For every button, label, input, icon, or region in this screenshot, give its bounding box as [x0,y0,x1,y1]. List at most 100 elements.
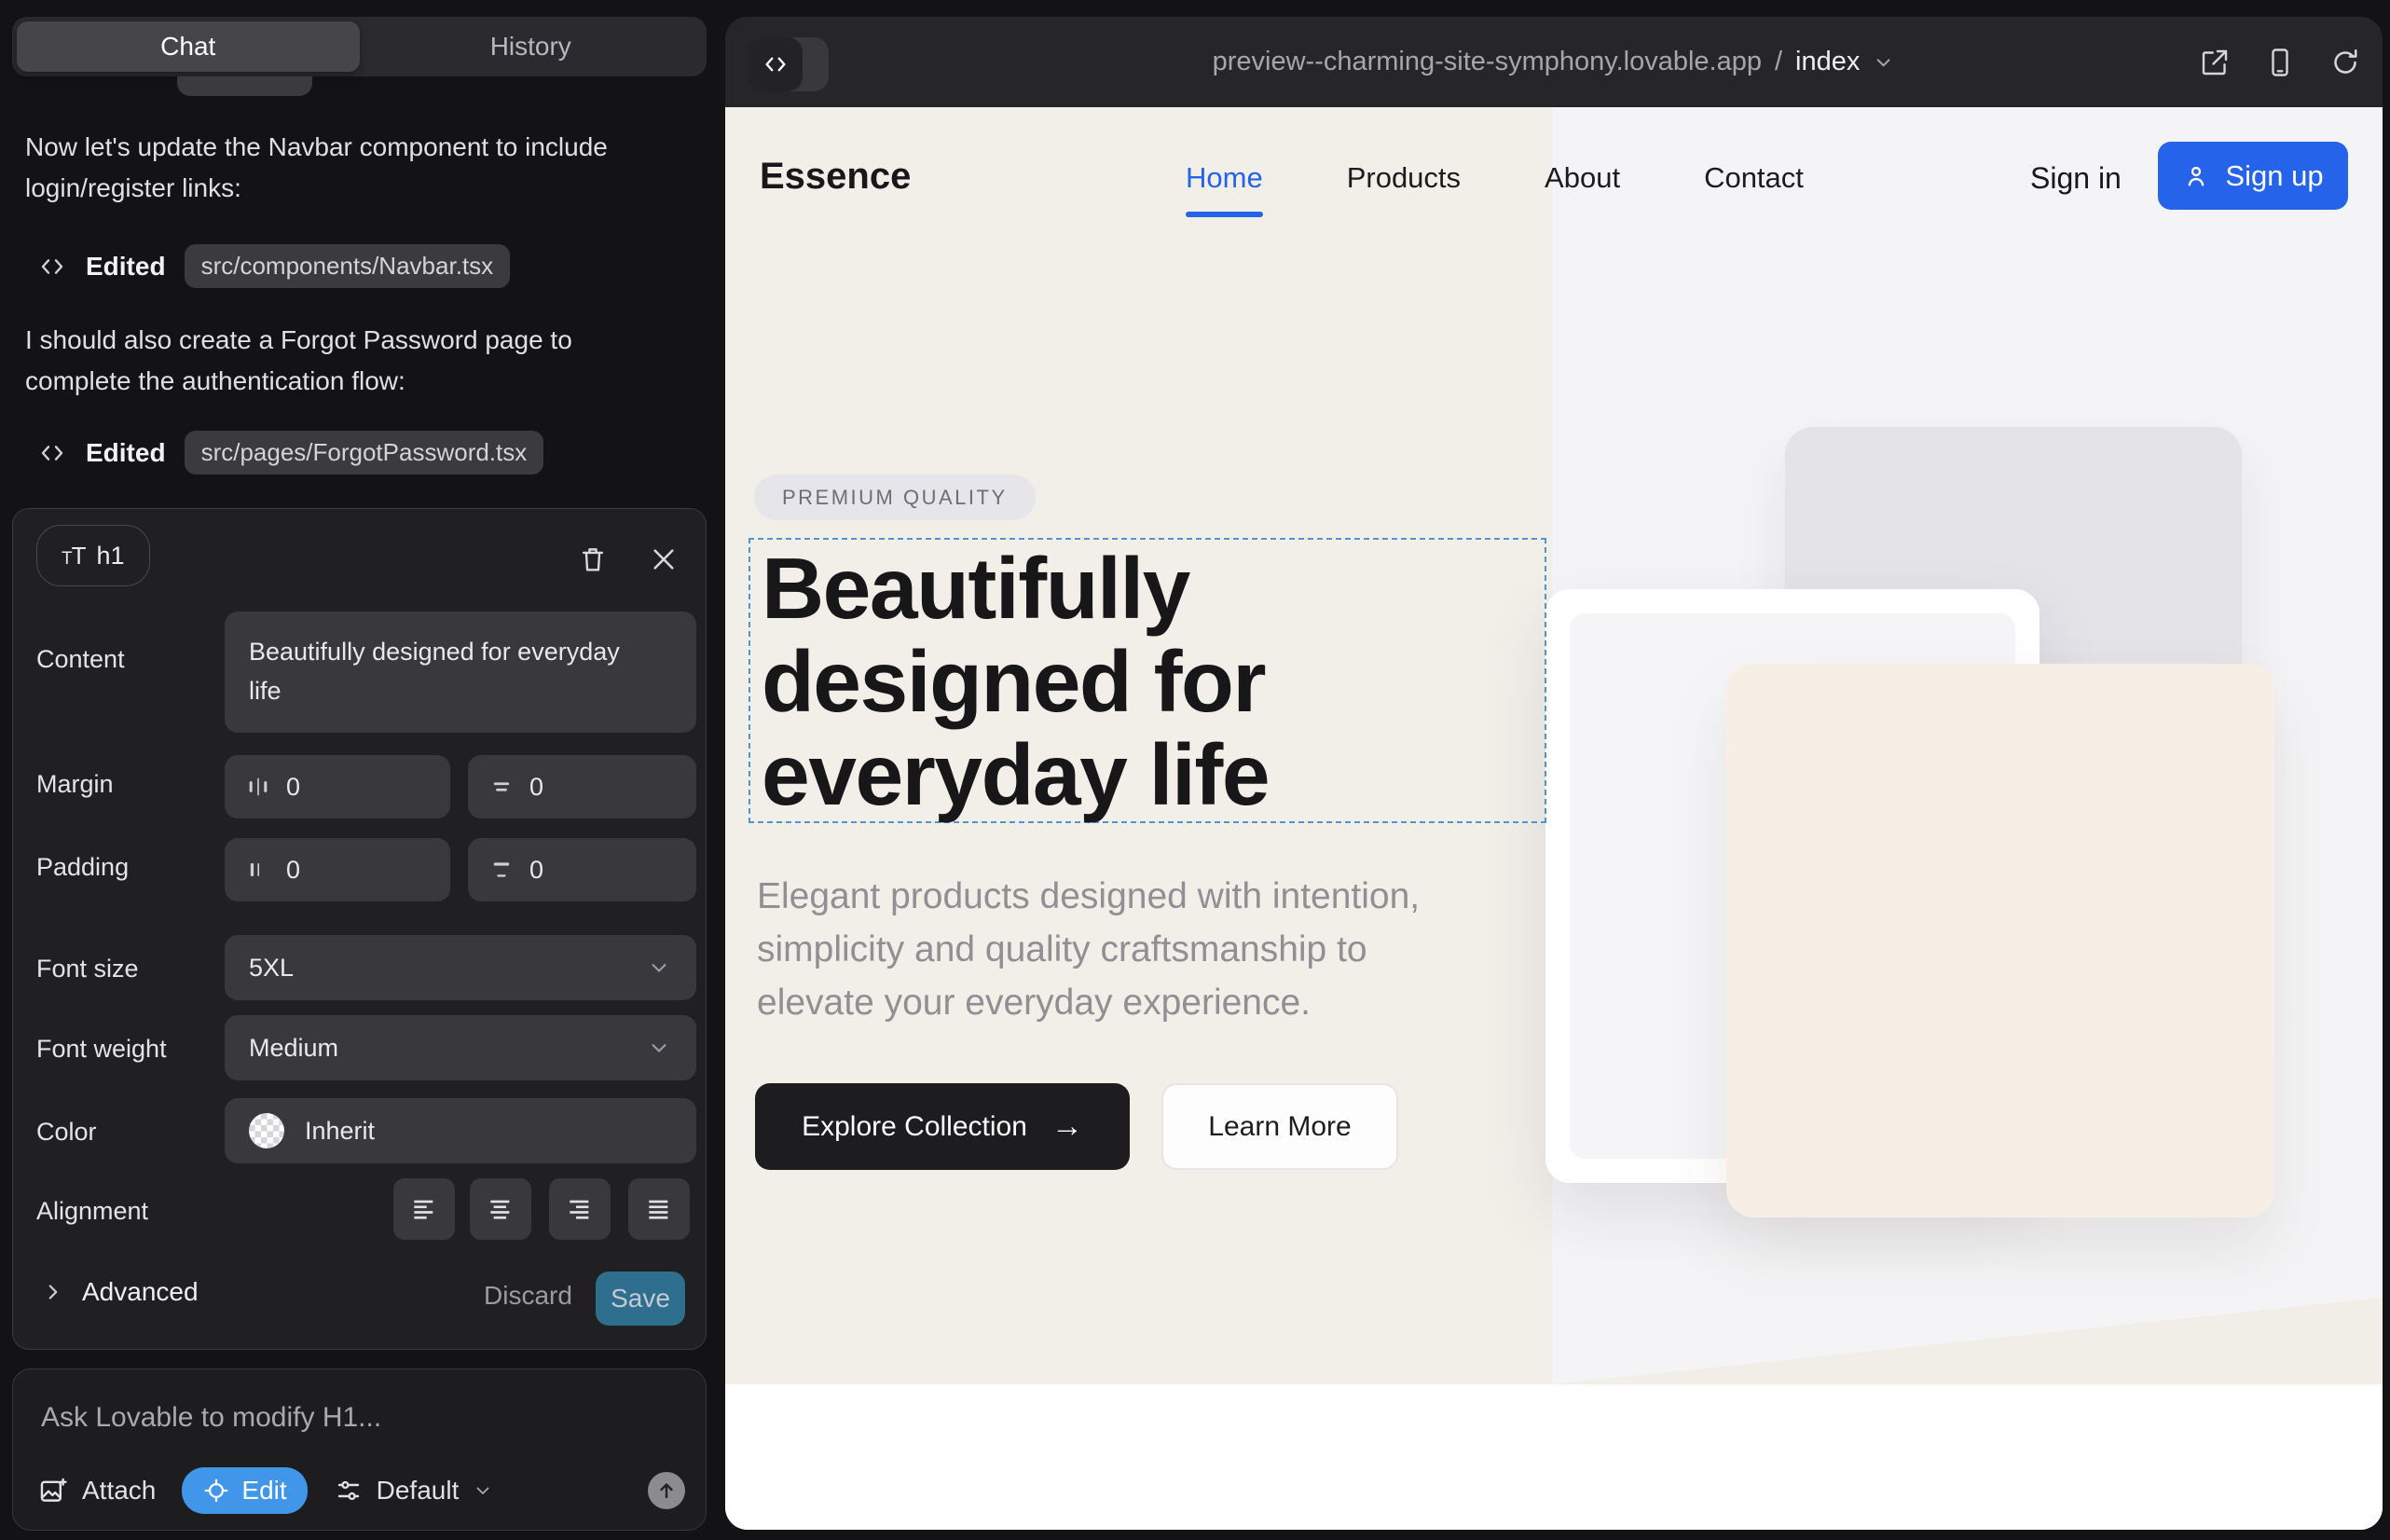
nav-link-products[interactable]: Products [1347,161,1461,195]
mobile-view-button[interactable] [2263,46,2297,79]
browser-topbar: preview--charming-site-symphony.lovable.… [725,17,2383,107]
font-weight-select[interactable]: Medium [225,1015,696,1080]
margin-y-value: 0 [529,773,543,802]
nav-link-about[interactable]: About [1545,161,1620,195]
site-canvas: Essence Home Products About Contact Sign… [725,107,2383,1530]
content-label: Content [36,645,125,674]
chevron-down-icon [646,955,672,981]
code-preview-toggle[interactable] [749,37,829,91]
align-center-icon [486,1194,515,1224]
font-size-select[interactable]: 5XL [225,935,696,1000]
file-chip[interactable]: src/components/Navbar.tsx [185,244,511,288]
assistant-message: I should also create a Forgot Password p… [25,320,631,402]
browser-actions [2198,17,2362,107]
attach-button[interactable]: Attach [37,1475,156,1506]
font-size-label: Font size [36,955,139,983]
send-button[interactable] [648,1472,685,1509]
align-left-button[interactable] [393,1178,455,1240]
align-justify-icon [644,1194,674,1224]
chat-sidebar: Chat History Now let's update the Navbar… [0,0,725,1540]
mobile-device-icon [2263,46,2297,79]
file-edit-row: Edited src/pages/ForgotPassword.tsx [37,431,543,474]
explore-collection-button[interactable]: Explore Collection → [755,1083,1130,1170]
url-domain: preview--charming-site-symphony.lovable.… [1213,47,1762,77]
color-value: Inherit [305,1117,375,1146]
file-edit-row: Edited src/components/Navbar.tsx [37,244,510,288]
align-center-button[interactable] [470,1178,531,1240]
discard-button[interactable]: Discard [484,1281,572,1311]
file-chip[interactable]: src/pages/ForgotPassword.tsx [185,431,544,474]
padding-x-value: 0 [286,856,300,885]
default-label: Default [377,1476,460,1506]
attach-label: Attach [82,1476,156,1506]
chevron-down-icon [472,1479,494,1502]
delete-element-button[interactable] [572,539,613,580]
selected-element-badge[interactable]: TT h1 [36,525,150,586]
align-justify-button[interactable] [628,1178,690,1240]
padding-vertical-icon [488,857,515,883]
chevron-down-icon [646,1035,672,1061]
padding-y-value: 0 [529,856,543,885]
signup-label: Sign up [2225,159,2323,193]
signin-link[interactable]: Sign in [2030,161,2122,196]
arrow-right-icon: → [1051,1108,1083,1145]
chat-composer: Attach Edit Default [12,1368,707,1531]
attach-image-icon [37,1475,69,1506]
code-icon [37,438,67,468]
selected-h1-element[interactable]: Beautifully designed for everyday life [749,538,1546,823]
padding-label: Padding [36,853,129,882]
tab-history[interactable]: History [360,21,703,72]
margin-horizontal-icon [245,774,271,800]
sidebar-tabs: Chat History [12,17,707,76]
default-model-button[interactable]: Default [334,1476,495,1506]
align-right-icon [565,1194,595,1224]
target-icon [202,1477,230,1505]
tab-chat[interactable]: Chat [17,21,360,72]
close-icon [649,544,679,574]
content-field[interactable]: Beautifully designed for everyday life [225,612,696,733]
composer-toolbar: Attach Edit Default [37,1466,685,1515]
open-external-button[interactable] [2198,46,2232,79]
margin-y-input[interactable]: 0 [468,755,696,818]
nav-link-home[interactable]: Home [1186,161,1263,195]
margin-x-value: 0 [286,773,300,802]
edited-label: Edited [86,252,166,282]
padding-y-input[interactable]: 0 [468,838,696,901]
signup-button[interactable]: Sign up [2158,142,2348,210]
save-button[interactable]: Save [596,1272,685,1326]
user-icon [2182,162,2210,190]
padding-x-input[interactable]: 0 [225,838,450,901]
margin-x-input[interactable]: 0 [225,755,450,818]
url-bar[interactable]: preview--charming-site-symphony.lovable.… [1213,17,1896,107]
color-select[interactable]: Inherit [225,1098,696,1163]
align-left-icon [409,1194,439,1224]
decor-card-beige [1726,664,2274,1217]
external-link-icon [2198,46,2232,79]
url-separator: / [1771,47,1786,77]
sliders-icon [334,1476,364,1506]
edit-label: Edit [241,1476,286,1506]
hero-heading-text: Beautifully designed for everyday life [762,542,1526,821]
margin-vertical-icon [488,774,515,800]
advanced-label: Advanced [82,1277,199,1307]
section-below [725,1384,2383,1530]
font-weight-label: Font weight [36,1035,167,1064]
color-swatch [249,1113,284,1148]
advanced-toggle[interactable]: Advanced [41,1277,199,1307]
hero-badge: PREMIUM QUALITY [754,474,1036,520]
element-tag: h1 [97,542,125,571]
composer-input[interactable] [41,1397,638,1438]
site-navbar: Essence Home Products About Contact Sign… [725,107,2383,242]
learn-more-button[interactable]: Learn More [1161,1083,1398,1170]
alignment-label: Alignment [36,1197,148,1226]
close-panel-button[interactable] [643,539,684,580]
site-logo[interactable]: Essence [760,156,911,198]
element-editor-panel: TT h1 Content Beautifully designed for e… [12,508,707,1350]
code-icon [37,252,67,282]
edited-label: Edited [86,438,166,468]
align-right-button[interactable] [549,1178,611,1240]
edit-mode-button[interactable]: Edit [182,1467,307,1514]
refresh-button[interactable] [2328,46,2362,79]
nav-link-contact[interactable]: Contact [1704,161,1804,195]
preview-window: preview--charming-site-symphony.lovable.… [725,17,2383,1530]
